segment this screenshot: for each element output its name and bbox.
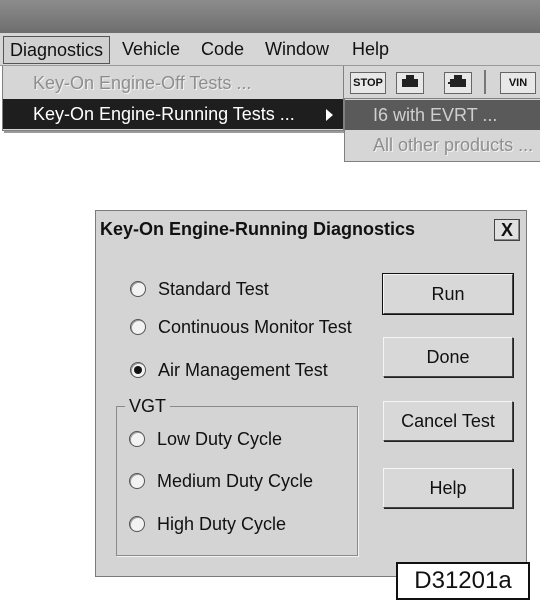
radio-label: Air Management Test (158, 360, 328, 380)
window-title-bar (0, 0, 540, 33)
menu-item-key-on-engine-off[interactable]: Key-On Engine-Off Tests ... (3, 68, 343, 98)
radio-button-selected-icon[interactable] (130, 362, 146, 378)
toolbar-separator (484, 70, 486, 94)
engine-icon[interactable] (396, 72, 424, 94)
radio-button-icon[interactable] (130, 319, 146, 335)
menu-code[interactable]: Code (195, 36, 250, 62)
menu-item-label: Key-On Engine-Running Tests ... (33, 104, 295, 124)
radio-label: Continuous Monitor Test (158, 317, 352, 337)
radio-button-icon[interactable] (130, 281, 146, 297)
koer-diagnostics-dialog: Key-On Engine-Running Diagnostics X Stan… (95, 210, 527, 577)
done-button[interactable]: Done (383, 337, 513, 377)
engine-running-icon[interactable] (444, 72, 472, 94)
help-button[interactable]: Help (383, 468, 513, 508)
menu-bar: Diagnostics Vehicle Code Window Help (0, 33, 540, 66)
cancel-test-button[interactable]: Cancel Test (383, 401, 513, 441)
radio-button-icon[interactable] (129, 431, 145, 447)
menu-diagnostics[interactable]: Diagnostics (3, 36, 111, 64)
engine-running-submenu: I6 with EVRT ... All other products ... (344, 98, 540, 162)
stop-button[interactable]: STOP (350, 72, 386, 94)
figure-id-label: D31201a (396, 562, 530, 600)
vin-button[interactable]: VIN (500, 72, 536, 94)
dialog-title: Key-On Engine-Running Diagnostics (96, 211, 526, 247)
menu-item-key-on-engine-running[interactable]: Key-On Engine-Running Tests ... (3, 99, 343, 129)
menu-help[interactable]: Help (346, 36, 395, 62)
run-button[interactable]: Run (382, 273, 514, 315)
submenu-item-i6-evrt[interactable]: I6 with EVRT ... (345, 100, 540, 130)
radio-label: Medium Duty Cycle (157, 471, 314, 491)
diagnostics-dropdown: Key-On Engine-Off Tests ... Key-On Engin… (2, 66, 344, 131)
menu-vehicle[interactable]: Vehicle (116, 36, 186, 62)
menu-window[interactable]: Window (259, 36, 335, 62)
radio-label: Low Duty Cycle (157, 429, 283, 449)
submenu-arrow-icon (326, 109, 333, 121)
radio-label: Standard Test (158, 279, 269, 299)
radio-button-icon[interactable] (129, 473, 145, 489)
radio-button-icon[interactable] (129, 516, 145, 532)
vgt-groupbox: VGT Low Duty Cycle Medium Duty Cycle Hig… (116, 395, 358, 556)
close-icon[interactable]: X (494, 219, 520, 241)
radio-label: High Duty Cycle (157, 514, 287, 534)
vgt-legend: VGT (125, 395, 171, 417)
submenu-item-all-other-products[interactable]: All other products ... (345, 130, 540, 160)
toolbar: STOP VIN (344, 66, 540, 98)
